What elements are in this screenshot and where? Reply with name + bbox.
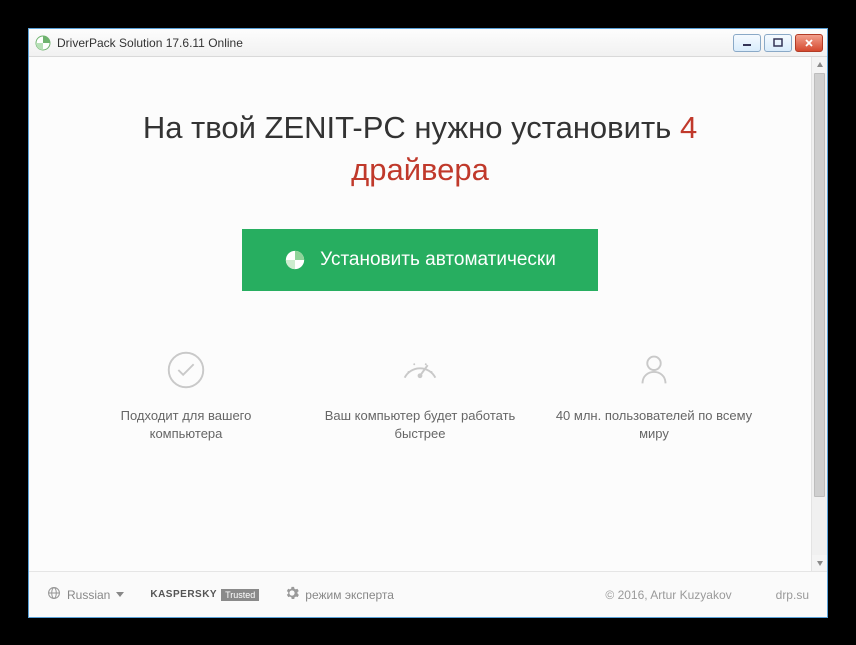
content-area: На твой ZENIT-PC нужно установить 4 драй… [29,57,827,571]
gear-icon [285,586,299,603]
language-selector[interactable]: Russian [47,586,124,603]
features-row: Подходит для вашего компьютера [69,347,771,443]
app-icon [35,35,51,51]
feature-users: 40 млн. пользователей по всему миру [554,347,754,443]
chevron-down-icon [116,592,124,597]
install-button-label: Установить автоматически [320,249,556,271]
user-icon [631,347,677,393]
scroll-down-button[interactable] [812,555,827,571]
maximize-button[interactable] [764,34,792,52]
app-window: DriverPack Solution 17.6.11 Online На тв… [28,28,828,618]
trusted-badge: Trusted [221,589,259,601]
headline-drivers-word: драйвера [351,152,489,187]
headline-middle: нужно установить [406,110,680,145]
copyright: © 2016, Artur Kuzyakov [605,588,731,602]
check-circle-icon [163,347,209,393]
install-auto-button[interactable]: Установить автоматически [242,229,598,291]
expert-mode-label: режим эксперта [305,588,394,602]
feature-faster: Ваш компьютер будет работать быстрее [320,347,520,443]
window-title: DriverPack Solution 17.6.11 Online [57,36,243,50]
feature-text: Подходит для вашего компьютера [86,407,286,443]
minimize-button[interactable] [733,34,761,52]
main-page: На твой ZENIT-PC нужно установить 4 драй… [29,57,811,571]
headline: На твой ZENIT-PC нужно установить 4 драй… [143,107,697,191]
feature-text: Ваш компьютер будет работать быстрее [320,407,520,443]
scrollbar-thumb[interactable] [814,73,825,497]
headline-count: 4 [680,110,697,145]
scroll-up-button[interactable] [812,57,827,73]
language-label: Russian [67,588,110,602]
expert-mode-button[interactable]: режим эксперта [285,586,394,603]
feature-text: 40 млн. пользователей по всему миру [554,407,754,443]
scrollbar-track[interactable] [812,73,827,555]
headline-prefix: На твой [143,110,265,145]
kaspersky-trusted: KASPERSKY Trusted [150,589,259,601]
headline-pc-name: ZENIT-PC [265,110,406,145]
footer: Russian KASPERSKY Trusted режим эксперта… [29,571,827,617]
vertical-scrollbar[interactable] [811,57,827,571]
globe-icon [47,586,61,603]
gauge-icon [397,347,443,393]
titlebar: DriverPack Solution 17.6.11 Online [29,29,827,57]
driverpack-logo-icon [284,249,306,271]
kaspersky-brand: KASPERSKY [150,589,217,600]
site-link[interactable]: drp.su [776,588,809,602]
feature-compatible: Подходит для вашего компьютера [86,347,286,443]
close-button[interactable] [795,34,823,52]
